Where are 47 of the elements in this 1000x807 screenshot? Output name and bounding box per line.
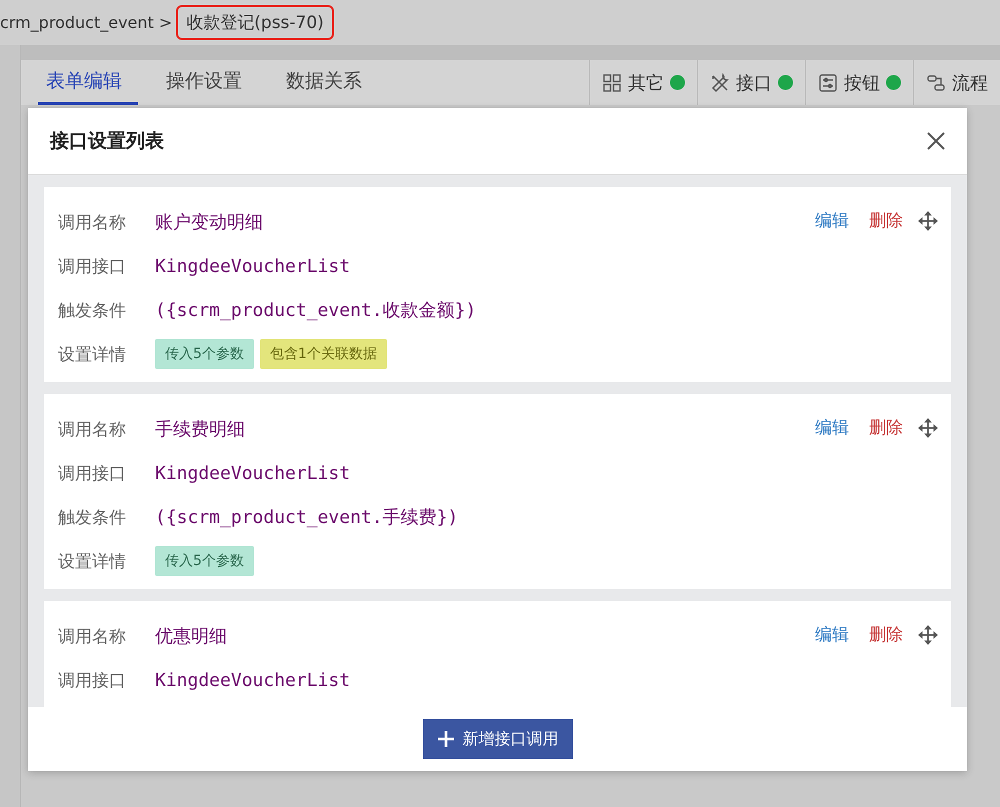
edit-link[interactable]: 编辑 [815,209,849,232]
field-value: KingdeeVoucherList [155,670,350,690]
field-label: 设置详情 [58,550,127,572]
field-label: 调用名称 [58,418,127,440]
toolbar-button[interactable]: 其它 [589,60,697,105]
field-value: 优惠明细 [155,625,227,648]
move-icon[interactable] [917,210,939,232]
field-label: 调用名称 [58,626,127,648]
toolbar-button[interactable]: 按钮 [805,60,913,105]
plus-icon [436,730,454,748]
field-label: 触发条件 [58,300,127,322]
delete-link[interactable]: 删除 [869,209,903,232]
tag: 传入5个参数 [155,339,254,369]
field-label: 调用接口 [58,670,127,692]
field-label: 调用接口 [58,256,127,278]
edit-link[interactable]: 编辑 [815,416,849,439]
field-value: ({scrm_product_event.手续费}) [155,506,458,529]
flow-icon [926,72,946,92]
tools-icon [710,72,730,92]
dialog-title: 接口设置列表 [50,129,164,154]
settings-panel-icon [818,72,838,92]
toolbar-button[interactable]: 流程 [913,60,1000,105]
breadcrumb-current: 收款登记(pss-70) [176,5,334,40]
toolbar-button[interactable]: 接口 [697,60,805,105]
field-value: 手续费明细 [155,418,245,441]
delete-link[interactable]: 删除 [869,623,903,646]
edit-link[interactable]: 编辑 [815,623,849,646]
field-label: 设置详情 [58,344,127,366]
field-value: 账户变动明细 [155,211,263,234]
field-value: KingdeeVoucherList [155,256,350,276]
delete-link[interactable]: 删除 [869,416,903,439]
grid-icon [602,72,622,92]
field-label: 触发条件 [58,506,127,528]
breadcrumb-link[interactable]: crm_product_event > [0,13,172,32]
field-label: 调用接口 [58,462,127,484]
move-icon[interactable] [917,624,939,646]
tab[interactable]: 数据关系 [278,60,378,105]
tag: 传入5个参数 [155,546,254,576]
field-value: KingdeeVoucherList [155,462,350,484]
close-button[interactable] [925,130,947,152]
tag: 包含1个关联数据 [260,339,387,369]
field-label: 调用名称 [58,212,127,234]
tab[interactable]: 操作设置 [158,60,258,105]
move-icon[interactable] [917,416,939,438]
add-button[interactable]: 新增接口调用 [422,719,572,759]
field-value: ({scrm_product_event.收款金额}) [155,299,476,322]
tab[interactable]: 表单编辑 [38,60,138,105]
